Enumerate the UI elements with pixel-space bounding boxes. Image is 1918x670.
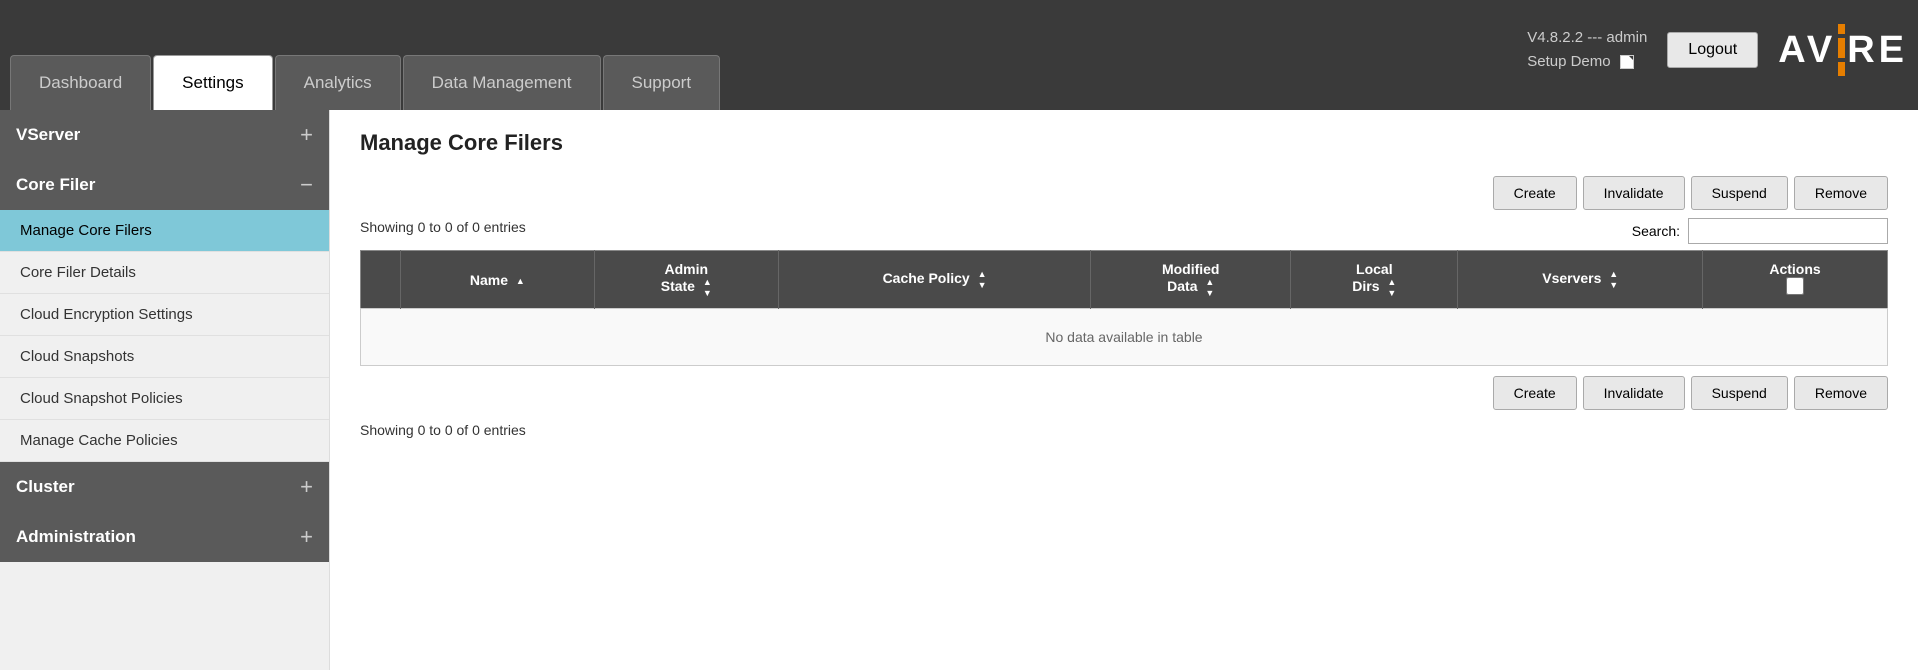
remove-button-bottom[interactable]: Remove (1794, 376, 1888, 410)
file-icon (1620, 55, 1634, 69)
sidebar-section-vserver[interactable]: VServer + (0, 110, 329, 160)
sidebar-item-cloud-encryption-settings[interactable]: Cloud Encryption Settings (0, 294, 329, 336)
sidebar-item-core-filer-details[interactable]: Core Filer Details (0, 252, 329, 294)
remove-button-top[interactable]: Remove (1794, 176, 1888, 210)
sidebar-section-icon: + (300, 122, 313, 148)
sidebar-section-label: Cluster (16, 477, 75, 497)
sidebar-section-label: Core Filer (16, 175, 95, 195)
sidebar-item-cloud-snapshots[interactable]: Cloud Snapshots (0, 336, 329, 378)
invalidate-button-top[interactable]: Invalidate (1583, 176, 1685, 210)
core-filers-table: Name ▲ AdminState ▲▼ Cache Policy (360, 250, 1888, 366)
create-button-bottom[interactable]: Create (1493, 376, 1577, 410)
sidebar-section-icon: − (300, 172, 313, 198)
sort-local-dirs-icon[interactable]: ▲▼ (1387, 277, 1396, 298)
no-data-row: No data available in table (361, 309, 1888, 366)
page-title: Manage Core Filers (360, 130, 1888, 156)
th-checkbox (361, 251, 401, 309)
th-cache-policy[interactable]: Cache Policy ▲▼ (778, 251, 1090, 309)
sidebar-section-cluster[interactable]: Cluster + (0, 462, 329, 512)
content-area: Manage Core Filers Search: Create Invali… (330, 110, 1918, 670)
avere-logo: AV RE (1778, 24, 1908, 76)
search-input[interactable] (1688, 218, 1888, 244)
sort-admin-state-icon[interactable]: ▲▼ (703, 277, 712, 298)
th-local-dirs[interactable]: LocalDirs ▲▼ (1291, 251, 1458, 309)
th-actions: Actions (1703, 251, 1888, 309)
no-data-cell: No data available in table (361, 309, 1888, 366)
sidebar-section-icon: + (300, 474, 313, 500)
sidebar-section-core-filer[interactable]: Core Filer − (0, 160, 329, 210)
search-label: Search: (1632, 223, 1680, 239)
nav-tab-analytics[interactable]: Analytics (275, 55, 401, 110)
th-name[interactable]: Name ▲ (401, 251, 595, 309)
logout-button[interactable]: Logout (1667, 32, 1758, 68)
th-admin-state[interactable]: AdminState ▲▼ (594, 251, 778, 309)
suspend-button-top[interactable]: Suspend (1691, 176, 1788, 210)
sidebar-section-label: Administration (16, 527, 136, 547)
actions-checkbox[interactable] (1786, 277, 1804, 295)
table-header-row: Name ▲ AdminState ▲▼ Cache Policy (361, 251, 1888, 309)
sidebar-section-administration[interactable]: Administration + (0, 512, 329, 562)
sidebar-item-manage-core-filers[interactable]: Manage Core Filers (0, 210, 329, 252)
sort-cache-policy-icon[interactable]: ▲▼ (978, 269, 987, 290)
setup-demo-text: Setup Demo (1527, 50, 1610, 74)
nav-tab-settings[interactable]: Settings (153, 55, 272, 110)
sidebar-section-label: VServer (16, 125, 80, 145)
sidebar-section-icon: + (300, 524, 313, 550)
sort-vservers-icon[interactable]: ▲▼ (1609, 269, 1618, 290)
create-button-top[interactable]: Create (1493, 176, 1577, 210)
version-info: V4.8.2.2 --- admin Setup Demo (1527, 26, 1647, 74)
th-vservers[interactable]: Vservers ▲▼ (1458, 251, 1703, 309)
nav-tab-data-management[interactable]: Data Management (403, 55, 601, 110)
sidebar: VServer + Core Filer − Manage Core FilersCor… (0, 110, 330, 670)
showing-entries-top: Showing 0 to 0 of 0 entries (360, 219, 526, 235)
nav-tabs: DashboardSettingsAnalyticsData Managemen… (10, 0, 720, 110)
showing-entries-bottom: Showing 0 to 0 of 0 entries (360, 422, 1888, 438)
version-text: V4.8.2.2 --- admin (1527, 26, 1647, 50)
sort-modified-data-icon[interactable]: ▲▼ (1205, 277, 1214, 298)
th-modified-data[interactable]: ModifiedData ▲▼ (1091, 251, 1291, 309)
logo-bar-icon (1838, 24, 1845, 76)
invalidate-button-bottom[interactable]: Invalidate (1583, 376, 1685, 410)
sidebar-item-manage-cache-policies[interactable]: Manage Cache Policies (0, 420, 329, 462)
sort-name-icon[interactable]: ▲ (516, 276, 525, 286)
sidebar-item-cloud-snapshot-policies[interactable]: Cloud Snapshot Policies (0, 378, 329, 420)
nav-tab-dashboard[interactable]: Dashboard (10, 55, 151, 110)
nav-tab-support[interactable]: Support (603, 55, 721, 110)
suspend-button-bottom[interactable]: Suspend (1691, 376, 1788, 410)
